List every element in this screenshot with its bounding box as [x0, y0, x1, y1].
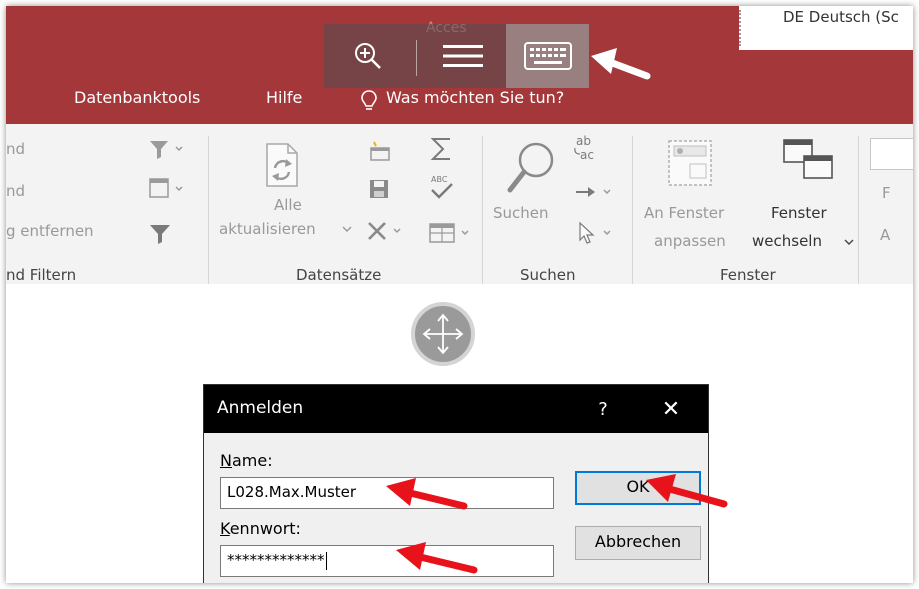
- move-handle[interactable]: [411, 302, 475, 366]
- group-label-window: Fenster: [720, 266, 776, 284]
- switch-windows-button[interactable]: wechseln: [752, 232, 822, 250]
- svg-text:ab: ab: [576, 134, 591, 148]
- lightbulb-icon: [361, 90, 377, 110]
- tab-help[interactable]: Hilfe: [266, 88, 302, 107]
- title-bar: Acces DE Deutsch (Sc: [6, 6, 913, 124]
- divider: [208, 136, 209, 286]
- replace-icon[interactable]: ab ac: [572, 134, 598, 162]
- group-label-sort-filter: nd Filtern: [6, 266, 77, 284]
- ribbon-item[interactable]: nd: [6, 182, 25, 200]
- ribbon: nd nd g entfernen nd Filtern Alle aktual…: [6, 124, 913, 286]
- search-button[interactable]: Suchen: [493, 204, 549, 222]
- language-indicator[interactable]: DE Deutsch (Sc: [739, 6, 913, 50]
- divider: [632, 136, 633, 286]
- save-icon[interactable]: [368, 178, 390, 200]
- search-icon[interactable]: [506, 140, 558, 196]
- annotation-arrow: [396, 542, 478, 574]
- annotation-arrow: [386, 478, 468, 510]
- ribbon-tabs: Datenbanktools Hilfe Was möchten Sie tun…: [6, 88, 913, 118]
- zoom-in-icon: [355, 43, 381, 69]
- refresh-all-button[interactable]: aktualisieren: [219, 220, 316, 238]
- font-format-item[interactable]: F: [882, 184, 891, 202]
- divider: [739, 10, 743, 46]
- annotation-arrow: [646, 474, 728, 508]
- remove-sort-button[interactable]: g entfernen: [6, 222, 94, 240]
- zoom-button[interactable]: [324, 24, 412, 88]
- move-arrows-icon: [422, 313, 464, 355]
- divider: [858, 136, 859, 286]
- touch-keyboard-button[interactable]: [506, 24, 589, 88]
- svg-text:ABC: ABC: [431, 175, 448, 184]
- hamburger-icon: [443, 45, 483, 67]
- group-label-find: Suchen: [520, 266, 576, 284]
- size-to-fit-label: An Fenster: [644, 204, 725, 222]
- more-records-icon[interactable]: [428, 222, 474, 244]
- size-to-fit-button[interactable]: anpassen: [654, 232, 726, 250]
- font-name-box[interactable]: [870, 138, 913, 170]
- group-label-records: Datensätze: [296, 266, 382, 284]
- dialog-title-bar: Anmelden ? ✕: [204, 385, 708, 433]
- spelling-icon[interactable]: ABC: [428, 172, 456, 202]
- font-format-item[interactable]: A: [880, 226, 890, 244]
- dialog-title: Anmelden: [217, 398, 304, 418]
- goto-icon[interactable]: [574, 182, 614, 202]
- menu-button[interactable]: [422, 24, 504, 88]
- help-button[interactable]: ?: [588, 395, 618, 425]
- chevron-down-icon: [844, 239, 854, 245]
- filter-icon[interactable]: [148, 222, 172, 246]
- delete-icon[interactable]: [366, 220, 406, 244]
- tab-database-tools[interactable]: Datenbanktools: [74, 88, 200, 107]
- totals-sigma-icon[interactable]: [430, 136, 454, 162]
- touch-toolbar: [324, 24, 589, 88]
- refresh-all-label: Alle: [274, 196, 302, 214]
- close-button[interactable]: ✕: [654, 394, 688, 426]
- size-to-fit-icon[interactable]: [666, 138, 714, 188]
- filter-options-icon[interactable]: [148, 176, 188, 202]
- divider: [482, 136, 483, 286]
- name-label: Name:: [220, 451, 273, 470]
- switch-windows-icon[interactable]: [782, 138, 836, 184]
- cancel-button[interactable]: Abbrechen: [575, 526, 701, 560]
- select-cursor-icon[interactable]: [576, 220, 616, 246]
- refresh-all-icon[interactable]: [264, 142, 300, 188]
- password-label: Kennwort:: [220, 519, 301, 538]
- text-caret: [325, 551, 327, 570]
- divider: [416, 40, 417, 76]
- new-record-icon[interactable]: [368, 140, 392, 162]
- svg-text:ac: ac: [580, 148, 594, 162]
- annotation-arrow: [591, 48, 651, 80]
- keyboard-icon: [523, 42, 572, 70]
- chevron-down-icon: [342, 226, 352, 232]
- switch-windows-label: Fenster: [771, 204, 827, 222]
- tell-me-search[interactable]: Was möchten Sie tun?: [386, 88, 564, 107]
- language-label: DE Deutsch (Sc: [783, 8, 899, 26]
- password-field[interactable]: *************: [220, 545, 554, 577]
- screenshot-frame: Acces DE Deutsch (Sc: [6, 6, 913, 583]
- ribbon-item[interactable]: nd: [6, 140, 25, 158]
- password-value: *************: [227, 551, 325, 569]
- advanced-filter-icon[interactable]: [148, 138, 188, 162]
